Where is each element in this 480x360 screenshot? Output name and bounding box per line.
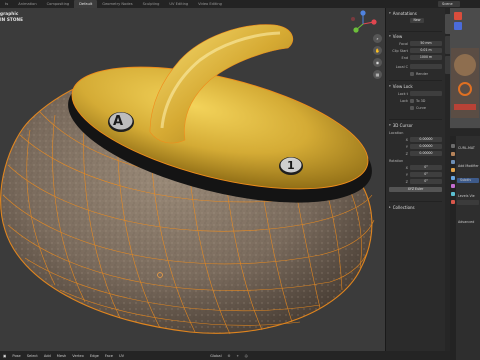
location-label: Location <box>389 130 404 135</box>
object-name: CURL-MAT <box>458 146 475 150</box>
workspace-tab[interactable]: Sculpting <box>138 0 165 8</box>
chevron-down-icon: ▾ <box>389 34 391 38</box>
checkbox-camera[interactable] <box>410 105 414 110</box>
menu-add[interactable]: Add <box>41 354 54 358</box>
to-3d-label: To 3D <box>416 98 426 103</box>
lock-label: Lock <box>400 98 408 103</box>
rotation-label: Rotation <box>389 158 404 163</box>
sidebar-n-panel: ▾ Annotations New ▾ View Focal 50 mm Clip S… <box>385 8 445 351</box>
annotations-title: Annotations <box>392 11 417 16</box>
view-title: View <box>392 34 403 39</box>
checkbox-to-3d[interactable] <box>410 98 414 103</box>
lock-to-object-field[interactable] <box>410 90 442 97</box>
mode-select[interactable]: ▣ <box>0 354 9 358</box>
snap-icon[interactable]: ⌖ <box>234 354 242 358</box>
lock-to-object-label: Lock t <box>397 91 408 96</box>
modifier-name: Subdiv <box>460 178 472 182</box>
rotation-mode-select[interactable]: XYZ Euler <box>389 186 442 193</box>
focal-length-field[interactable]: 50 mm <box>410 40 442 47</box>
workspace-tab-active[interactable]: Default <box>74 0 98 8</box>
badge-number: 1 <box>287 159 295 172</box>
cursor-rotation-z[interactable]: 0° <box>410 178 442 185</box>
render-icon[interactable] <box>451 152 455 156</box>
menu-select[interactable]: Select <box>24 354 41 358</box>
workspace-tab[interactable]: Compositing <box>42 0 75 8</box>
chevron-right-icon: ▸ <box>389 205 391 209</box>
camera-lock-label: Curve <box>416 105 427 110</box>
output-icon[interactable] <box>451 160 455 164</box>
viewport-title-line1: graphic <box>0 11 19 16</box>
chevron-down-icon: ▾ <box>389 11 391 15</box>
cursor-location-z[interactable]: 0.00000 <box>410 150 442 157</box>
pan-hand-icon[interactable]: ✋ <box>373 46 382 55</box>
local-camera-field[interactable] <box>410 63 442 70</box>
pivot-icon[interactable]: ⊙ <box>225 354 234 358</box>
scene-selector[interactable]: Scene <box>438 1 460 7</box>
right-editors: CURL-MAT Add Modifier Subdiv Levels Vie … <box>450 8 480 360</box>
workspace-tab[interactable]: UV Editing <box>164 0 193 8</box>
collections-header[interactable]: ▸ Collections <box>389 204 442 211</box>
cursor-rotation-y[interactable]: 0° <box>410 171 442 178</box>
clip-end-label: End <box>401 55 408 60</box>
grid-icon[interactable]: ▦ <box>373 70 382 79</box>
properties-editor: CURL-MAT Add Modifier Subdiv Levels Vie … <box>450 136 480 360</box>
clip-end-field[interactable]: 1000 m <box>410 54 442 61</box>
zoom-icon[interactable]: ⌕ <box>373 34 382 43</box>
chevron-down-icon: ▾ <box>389 123 391 127</box>
render-region-label: Render <box>416 71 429 76</box>
wrench-icon[interactable] <box>451 176 455 180</box>
properties-tab-column <box>450 136 456 360</box>
levels-field[interactable] <box>457 200 479 205</box>
add-modifier-button[interactable]: Add Modifier <box>458 164 479 168</box>
levels-viewport-label: Levels Vie <box>458 194 475 198</box>
local-camera-label: Local C <box>395 64 408 69</box>
workspace-tab[interactable]: Geometry Nodes <box>97 0 137 8</box>
badge-letter: A <box>113 114 124 129</box>
tool-icon[interactable] <box>451 144 455 148</box>
menu-uv[interactable]: UV <box>116 354 127 358</box>
new-annotation-button[interactable]: New <box>410 17 424 24</box>
transform-orientation-select[interactable]: Global <box>207 354 224 358</box>
view-lock-title: View Lock <box>392 84 413 89</box>
workspace-tab[interactable]: ts <box>0 0 13 8</box>
menu-pose[interactable]: Pose <box>9 354 23 358</box>
camera-icon[interactable]: ◉ <box>373 58 382 67</box>
menu-vertex[interactable]: Vertex <box>69 354 87 358</box>
3d-viewport[interactable]: graphic IN STONE A 1 ⌕ ✋ ◉ ▦ <box>0 8 385 351</box>
chevron-down-icon: ▾ <box>389 84 391 88</box>
clip-start-label: Clip Start <box>392 48 408 53</box>
advanced-section[interactable]: Advanced <box>458 220 474 224</box>
cursor-location-x[interactable]: 0.00000 <box>410 136 442 143</box>
view-lock-header[interactable]: ▾ View Lock <box>389 83 442 90</box>
object-icon[interactable] <box>451 168 455 172</box>
cursor-location-y[interactable]: 0.00000 <box>410 143 442 150</box>
collections-title: Collections <box>392 205 415 210</box>
workspace-tab-bar: ts Animation Compositing Default Geometr… <box>0 0 480 8</box>
proportional-edit-icon[interactable]: ◎ <box>242 354 251 358</box>
viewport-header-bar: ▣ Pose Select Add Mesh Vertex Edge Face … <box>0 351 450 360</box>
menu-edge[interactable]: Edge <box>87 354 102 358</box>
checkbox-render-region[interactable] <box>410 71 414 76</box>
3d-cursor-title: 3D Cursor <box>392 123 413 128</box>
workspace-tab[interactable]: Video Editing <box>193 0 227 8</box>
focal-label: Focal <box>399 41 408 46</box>
view-header[interactable]: ▾ View <box>389 33 442 40</box>
viewport-render <box>0 24 375 335</box>
viewport-nav-buttons: ⌕ ✋ ◉ ▦ <box>373 34 382 79</box>
clip-start-field[interactable]: 0.01 m <box>410 47 442 54</box>
cursor-rotation-x[interactable]: 0° <box>410 164 442 171</box>
viewport-title-line2: IN STONE <box>0 17 24 22</box>
workspace-tab[interactable]: Animation <box>13 0 41 8</box>
annotations-header[interactable]: ▾ Annotations <box>389 10 442 17</box>
material-icon[interactable] <box>451 200 455 204</box>
physics-icon[interactable] <box>451 192 455 196</box>
3d-cursor-header[interactable]: ▾ 3D Cursor <box>389 122 442 129</box>
image-preview[interactable] <box>450 8 480 128</box>
menu-mesh[interactable]: Mesh <box>54 354 69 358</box>
particles-icon[interactable] <box>451 184 455 188</box>
menu-face[interactable]: Face <box>102 354 116 358</box>
